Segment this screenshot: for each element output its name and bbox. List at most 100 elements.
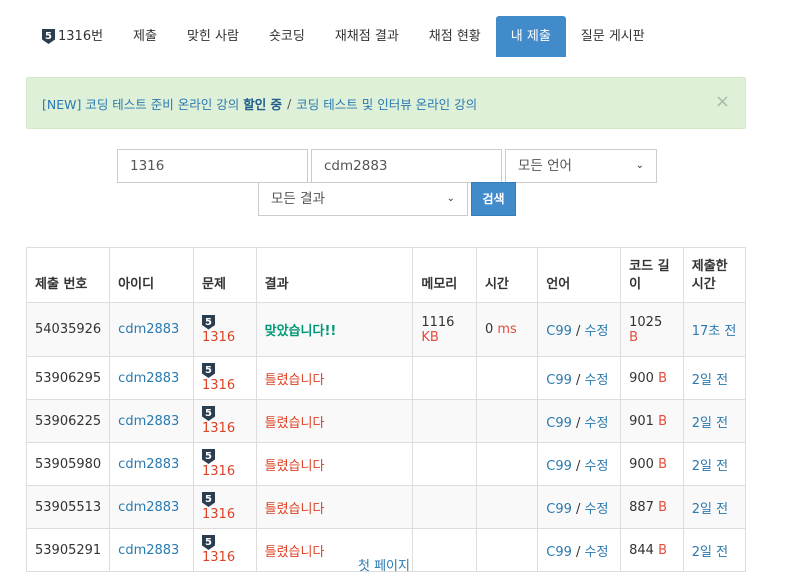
user-link[interactable]: cdm2883 <box>118 543 179 558</box>
result-select[interactable]: 모든 결과 ⌄ <box>258 182 468 216</box>
code-length-cell: 900 B <box>620 442 684 486</box>
time-cell: 0 ms <box>475 302 539 357</box>
edit-link[interactable]: 수정 <box>585 416 609 431</box>
tab-rejudge-label: 재채점 결과 <box>334 29 399 44</box>
slash-separator: / <box>571 458 585 474</box>
header-result: 결과 <box>255 247 414 303</box>
user-link[interactable]: cdm2883 <box>118 322 179 337</box>
result-select-value: 모든 결과 <box>271 191 325 207</box>
user-link[interactable]: cdm2883 <box>118 500 179 515</box>
tab-status[interactable]: 채점 현황 <box>414 16 496 57</box>
language-cell: C99 / 수정 <box>537 528 622 572</box>
header-code-length: 코드 길이 <box>620 247 684 303</box>
memory-cell <box>412 485 477 529</box>
memory-cell <box>412 399 477 443</box>
submission-id: 53905980 <box>25 442 111 486</box>
tab-submit[interactable]: 제출 <box>118 16 172 57</box>
edit-link[interactable]: 수정 <box>585 545 609 560</box>
problem-nav-tabs: 5 1316번 제출 맞힌 사람 숏코딩 재채점 결과 채점 현황 내 제출 질… <box>27 16 660 57</box>
submitted-time-cell: 2일 전 <box>682 485 747 529</box>
result-text: 틀렸습니다 <box>264 415 325 431</box>
user-link[interactable]: cdm2883 <box>118 371 179 386</box>
close-icon[interactable]: × <box>715 92 730 112</box>
source-link[interactable]: C99 <box>546 545 572 560</box>
tab-my-submissions-label: 내 제출 <box>510 29 551 44</box>
promo-separator: / <box>287 95 292 111</box>
problem-link[interactable]: 1316 <box>202 464 235 479</box>
result-text: 틀렸습니다 <box>264 372 325 388</box>
code-length-cell: 900 B <box>620 356 684 400</box>
promo-link-2[interactable]: 코딩 테스트 및 인터뷰 온라인 강의 <box>296 94 477 113</box>
source-link[interactable]: C99 <box>546 459 572 474</box>
problem-link[interactable]: 1316 <box>202 378 235 393</box>
tab-board-label: 질문 게시판 <box>580 29 645 44</box>
edit-link[interactable]: 수정 <box>585 324 609 339</box>
language-cell: C99 / 수정 <box>537 442 622 486</box>
tab-short-coding[interactable]: 숏코딩 <box>254 16 320 57</box>
table-row: 54035926 cdm2883 51316 맞았습니다!! 1116 KB 0 ms C99… <box>25 302 747 357</box>
submitted-time-link[interactable]: 2일 전 <box>692 459 728 474</box>
tier-badge-icon: 5 <box>42 29 55 44</box>
tier-badge-icon: 5 <box>202 535 215 550</box>
source-link[interactable]: C99 <box>546 502 572 517</box>
tab-rejudge[interactable]: 재채점 결과 <box>320 16 414 57</box>
source-link[interactable]: C99 <box>546 324 572 339</box>
tier-badge-icon: 5 <box>202 492 215 507</box>
result-cell: 틀렸습니다 <box>255 399 414 443</box>
source-link[interactable]: C99 <box>546 416 572 431</box>
slash-separator: / <box>571 415 585 431</box>
edit-link[interactable]: 수정 <box>585 502 609 517</box>
tab-solvers[interactable]: 맞힌 사람 <box>172 16 254 57</box>
time-unit: ms <box>497 322 517 337</box>
problem-link[interactable]: 1316 <box>202 421 235 436</box>
search-button[interactable]: 검색 <box>471 182 516 216</box>
header-submitted-line1: 제출한 <box>691 259 728 274</box>
table-header-row: 제출 번호 아이디 문제 결과 메모리 시간 언어 코드 길이 제출한 시간 <box>25 247 747 303</box>
problem-link[interactable]: 1316 <box>202 507 235 522</box>
problem-link[interactable]: 1316 <box>202 330 235 345</box>
chevron-down-icon: ⌄ <box>635 160 644 171</box>
user-link[interactable]: cdm2883 <box>118 414 179 429</box>
memory-cell <box>412 528 477 572</box>
submission-id: 53905291 <box>25 528 111 572</box>
submitted-time-link[interactable]: 2일 전 <box>692 416 728 431</box>
user-link[interactable]: cdm2883 <box>118 457 179 472</box>
user-id-input[interactable]: cdm2883 <box>311 149 502 183</box>
submitted-time-link[interactable]: 2일 전 <box>692 373 728 388</box>
tab-my-submissions[interactable]: 내 제출 <box>495 16 566 57</box>
time-value: 0 <box>484 322 494 337</box>
table-row: 53905980 cdm2883 51316 틀렸습니다 C99 / 수정 900 B2… <box>25 442 747 486</box>
tab-board[interactable]: 질문 게시판 <box>566 16 660 57</box>
tab-problem[interactable]: 5 1316번 <box>27 16 118 57</box>
promo-highlight: 할인 중 <box>243 96 283 112</box>
header-user-id: 아이디 <box>109 247 194 303</box>
problem-link[interactable]: 1316 <box>202 550 235 565</box>
promo-link-1[interactable]: [NEW] 코딩 테스트 준비 온라인 강의 할인 중 <box>42 94 282 113</box>
problem-cell: 51316 <box>193 399 257 443</box>
time-cell <box>475 528 539 572</box>
memory-value: 1116 <box>421 314 455 330</box>
submitted-time-link[interactable]: 2일 전 <box>692 502 728 517</box>
code-length-value: 1025 <box>629 314 663 330</box>
problem-id-input[interactable]: 1316 <box>117 149 308 183</box>
first-page-link[interactable]: 첫 페이지 <box>358 555 410 574</box>
source-link[interactable]: C99 <box>546 373 572 388</box>
language-select[interactable]: 모든 언어 ⌄ <box>505 149 657 183</box>
code-length-value: 900 <box>629 456 654 472</box>
result-cell: 맞았습니다!! <box>255 302 414 357</box>
code-length-value: 900 <box>629 370 654 386</box>
result-cell: 틀렸습니다 <box>255 442 414 486</box>
edit-link[interactable]: 수정 <box>585 373 609 388</box>
table-row: 53906295 cdm2883 51316 틀렸습니다 C99 / 수정 900 B2… <box>25 356 747 400</box>
submission-status-table: 제출 번호 아이디 문제 결과 메모리 시간 언어 코드 길이 제출한 시간 54… <box>25 247 747 572</box>
code-length-unit: B <box>658 370 668 386</box>
edit-link[interactable]: 수정 <box>585 459 609 474</box>
submitted-time-link[interactable]: 2일 전 <box>692 545 728 560</box>
time-cell <box>475 442 539 486</box>
result-cell: 틀렸습니다 <box>255 485 414 529</box>
submitted-time-cell: 2일 전 <box>682 356 747 400</box>
submission-id: 53906225 <box>25 399 111 443</box>
tab-problem-label: 1316번 <box>58 29 104 44</box>
submitted-time-link[interactable]: 17초 전 <box>692 324 737 339</box>
time-cell <box>475 485 539 529</box>
